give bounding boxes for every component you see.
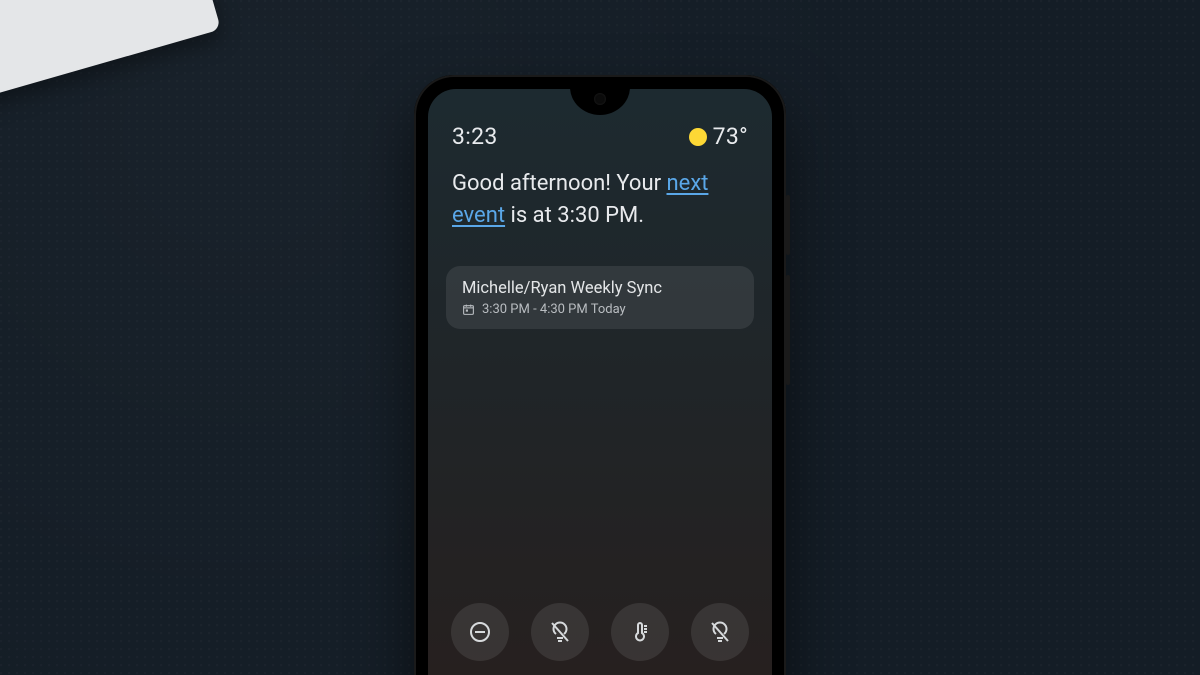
thermostat-button[interactable]	[611, 603, 669, 661]
weather-widget[interactable]: 73°	[689, 123, 748, 150]
phone-side-button	[786, 275, 790, 385]
background-object	[0, 0, 221, 123]
event-time-text: 3:30 PM - 4:30 PM Today	[482, 302, 626, 317]
greeting-pre: Good afternoon! Your	[452, 171, 667, 196]
desk-backdrop: 3:23 73° Good afternoon! Your next event…	[0, 0, 1200, 675]
dnd-button[interactable]	[451, 603, 509, 661]
lightbulb-off-button[interactable]	[531, 603, 589, 661]
lightbulb-off-icon	[548, 620, 572, 644]
camera-off-button[interactable]	[691, 603, 749, 661]
clock-time: 3:23	[452, 123, 498, 150]
camera-off-icon	[708, 620, 732, 644]
event-subtitle-row: 3:30 PM - 4:30 PM Today	[462, 302, 738, 317]
dnd-icon	[468, 620, 492, 644]
thermometer-icon	[628, 620, 652, 644]
weather-temp: 73°	[713, 123, 748, 150]
greeting-post: is at 3:30 PM.	[505, 203, 644, 228]
calendar-icon	[462, 303, 475, 316]
quick-actions-row	[428, 603, 772, 661]
event-card[interactable]: Michelle/Ryan Weekly Sync 3:30 PM - 4:30…	[446, 266, 754, 329]
sun-icon	[689, 128, 707, 146]
phone-screen: 3:23 73° Good afternoon! Your next event…	[428, 89, 772, 675]
event-title: Michelle/Ryan Weekly Sync	[462, 279, 738, 298]
phone-frame: 3:23 73° Good afternoon! Your next event…	[414, 75, 786, 675]
greeting-text: Good afternoon! Your next event is at 3:…	[428, 150, 772, 232]
phone-side-button	[786, 195, 790, 255]
